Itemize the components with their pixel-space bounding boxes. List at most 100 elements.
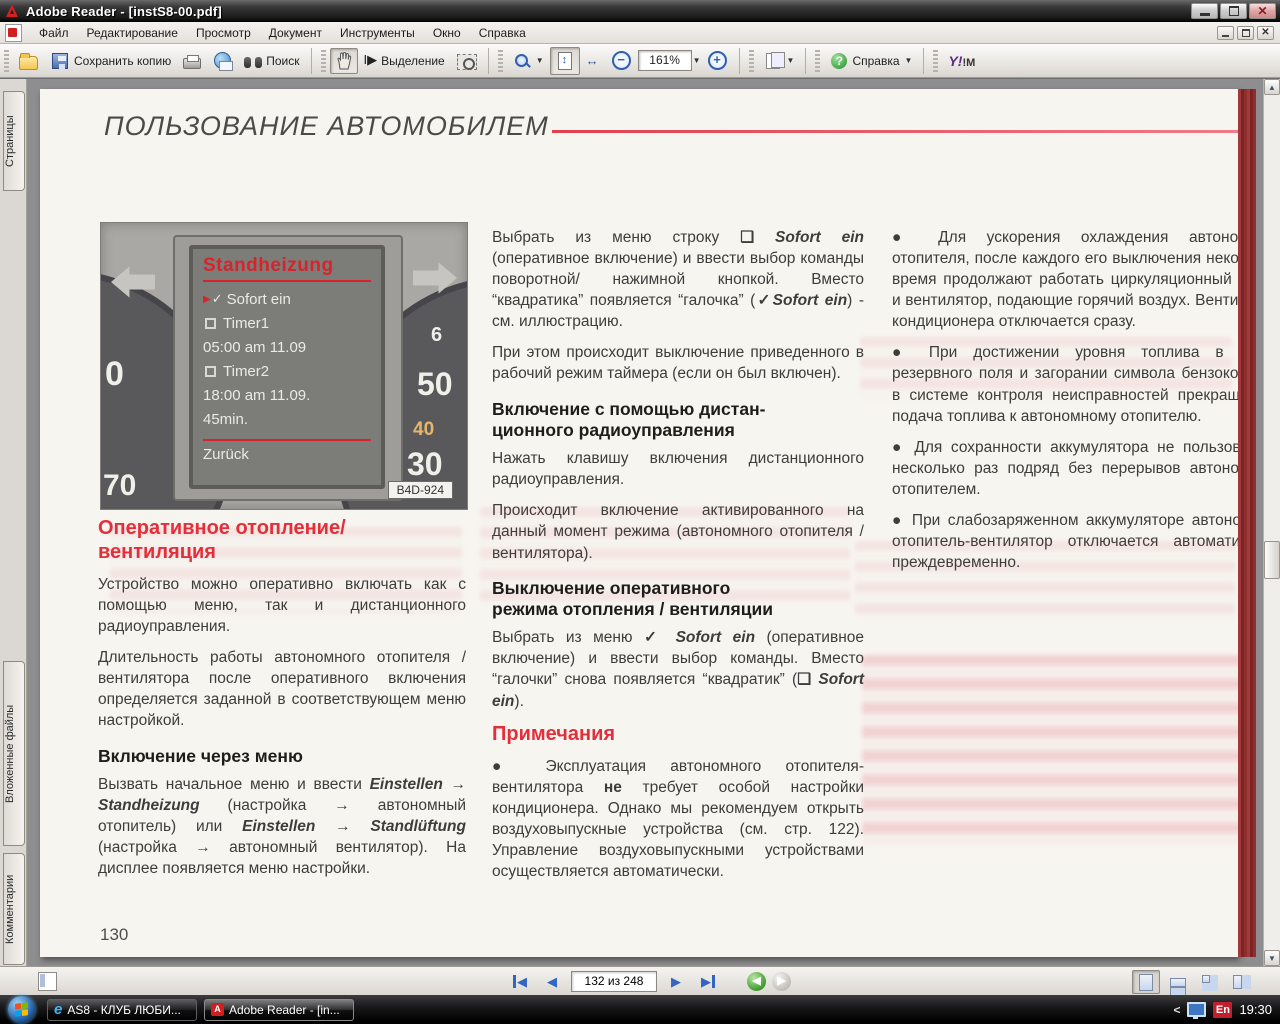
window-title: Adobe Reader - [instS8-00.pdf] (26, 4, 222, 19)
paragraph: ● Для ускорения охлаждения автономного о… (892, 227, 1238, 332)
zoom-level-input[interactable]: 161% (638, 50, 692, 71)
last-page-icon: ▶ (701, 975, 715, 988)
zoom-out-button[interactable]: − (605, 46, 638, 75)
next-page-icon: ▶ (671, 975, 681, 988)
scroll-up-button[interactable]: ▲ (1264, 79, 1280, 95)
print-button[interactable] (177, 48, 207, 73)
sidebar-tab-pages[interactable]: Страницы (3, 91, 25, 191)
display-title: Standheizung (203, 255, 371, 277)
fit-width-button[interactable]: ↔ (580, 48, 605, 74)
menu-edit[interactable]: Редактирование (78, 23, 187, 43)
taskbar: e AS8 - КЛУБ ЛЮБИ... A Adobe Reader - [i… (0, 995, 1280, 1024)
continuous-facing-layout-button[interactable] (1196, 970, 1224, 994)
previous-page-button[interactable]: ◀ (539, 970, 565, 992)
select-tool-label: Выделение (381, 54, 445, 68)
document-area: Страницы Вложенные файлы Комментарии ПОЛ… (0, 78, 1280, 966)
scroll-thumb[interactable] (1264, 541, 1280, 579)
next-view-button[interactable]: ▶ (772, 972, 791, 991)
sidebar-tab-comments[interactable]: Комментарии (3, 853, 25, 965)
taskbar-item-adobe-reader[interactable]: A Adobe Reader - [in... (204, 999, 354, 1021)
svg-text:6: 6 (431, 324, 442, 346)
facing-layout-button[interactable] (1228, 970, 1256, 994)
text-column-1: Оперативное отопление/ вентиляцияУстройс… (98, 514, 466, 889)
bleed-through (862, 655, 1238, 845)
zoom-dropdown-arrow-icon[interactable]: ▼ (693, 56, 701, 65)
last-page-button[interactable]: ▶ (695, 970, 721, 992)
text-column-2: Выбрать из меню строку ❏ Sofort ein (опе… (492, 227, 864, 892)
paragraph: Устройство можно оперативно включать как… (98, 574, 466, 637)
toolbar-grip[interactable] (749, 50, 754, 72)
page-indicator-input[interactable]: 132 из 248 (571, 971, 657, 992)
email-button[interactable] (207, 47, 238, 74)
tray-expand-icon[interactable]: < (1173, 1003, 1180, 1017)
paragraph: Длительность работы автономного отопител… (98, 647, 466, 731)
display-item: Timer1 (223, 315, 269, 332)
menu-tools[interactable]: Инструменты (331, 23, 424, 43)
book-page-edge (1238, 89, 1256, 957)
cursor-icon: ▶ (203, 294, 211, 305)
paragraph: Выбрать из меню ✓ Sofort ein (оперативно… (492, 627, 864, 711)
display-back-item: Zurück (203, 446, 371, 463)
svg-text:30: 30 (407, 446, 443, 482)
fit-width-icon: ↔ (586, 52, 599, 70)
facing-icon (1233, 975, 1242, 989)
snapshot-button[interactable] (451, 48, 483, 74)
open-button[interactable] (13, 48, 44, 74)
pages-icon (766, 53, 780, 69)
yahoo-button[interactable]: Y!!M (942, 48, 981, 74)
figure-label: B4D-924 (388, 481, 453, 499)
paragraph: ● Для сохранности аккумулятора не пользо… (892, 437, 1238, 500)
next-page-button[interactable]: ▶ (663, 970, 689, 992)
email-icon (214, 52, 231, 69)
toolbar-grip[interactable] (321, 50, 326, 72)
network-icon[interactable] (1187, 1002, 1206, 1017)
scroll-down-button[interactable]: ▼ (1264, 950, 1280, 966)
page-view-icon[interactable] (38, 972, 57, 991)
single-page-layout-button[interactable] (1132, 970, 1160, 994)
heading: Выключение оперативного режима отопления… (492, 578, 864, 621)
menu-help[interactable]: Справка (470, 23, 535, 43)
display-item: 45min. (203, 411, 248, 428)
save-copy-button[interactable]: Сохранить копию (44, 47, 177, 75)
fit-page-button[interactable] (550, 47, 580, 75)
vertical-scrollbar[interactable]: ▲ ▼ (1263, 79, 1280, 967)
first-page-button[interactable]: ◀ (507, 970, 533, 992)
zoom-in-button[interactable]: + (701, 46, 734, 75)
start-button[interactable] (8, 996, 35, 1023)
continuous-layout-button[interactable] (1164, 970, 1192, 994)
close-button[interactable]: ✕ (1249, 3, 1276, 19)
zoom-tool-button[interactable]: ▼ (507, 48, 550, 74)
previous-page-icon: ◀ (547, 975, 557, 988)
create-pdf-button[interactable]: ▼ (758, 47, 801, 75)
restore-button[interactable] (1220, 3, 1247, 19)
dropdown-arrow-icon: ▼ (787, 56, 795, 65)
toolbar-grip[interactable] (498, 50, 503, 72)
previous-view-button[interactable]: ◀ (747, 972, 766, 991)
menu-window[interactable]: Окно (424, 23, 470, 43)
sidebar-tab-attachments[interactable]: Вложенные файлы (3, 661, 25, 846)
minimize-button[interactable] (1191, 3, 1218, 19)
taskbar-item-browser[interactable]: e AS8 - КЛУБ ЛЮБИ... (47, 999, 197, 1021)
paragraph: Происходит включение активированного на … (492, 500, 864, 563)
svg-text:70: 70 (103, 469, 136, 502)
doc-close-button[interactable]: ✕ (1257, 26, 1274, 40)
doc-restore-button[interactable] (1237, 26, 1254, 40)
menu-view[interactable]: Просмотр (187, 23, 260, 43)
toolbar-grip[interactable] (933, 50, 938, 72)
help-button[interactable]: ? Справка ▼ (824, 48, 918, 74)
status-bar: ◀ ◀ 132 из 248 ▶ ▶ ◀ ▶ (0, 966, 1280, 995)
select-tool-button[interactable]: I▶ Выделение (358, 48, 451, 74)
menu-file[interactable]: Файл (30, 23, 78, 43)
hand-icon (336, 52, 352, 70)
toolbar-grip[interactable] (815, 50, 820, 72)
menu-document[interactable]: Документ (260, 23, 331, 43)
paragraph: Нажать клавишу включения дистанционного … (492, 448, 864, 490)
toolbar-grip[interactable] (4, 50, 9, 72)
save-icon (52, 53, 68, 69)
search-button[interactable]: Поиск (238, 48, 305, 73)
magnifier-icon (513, 52, 531, 70)
doc-minimize-button[interactable] (1217, 26, 1234, 40)
clock[interactable]: 19:30 (1239, 1002, 1272, 1017)
language-indicator[interactable]: En (1213, 1002, 1232, 1018)
hand-tool-button[interactable] (330, 48, 358, 74)
